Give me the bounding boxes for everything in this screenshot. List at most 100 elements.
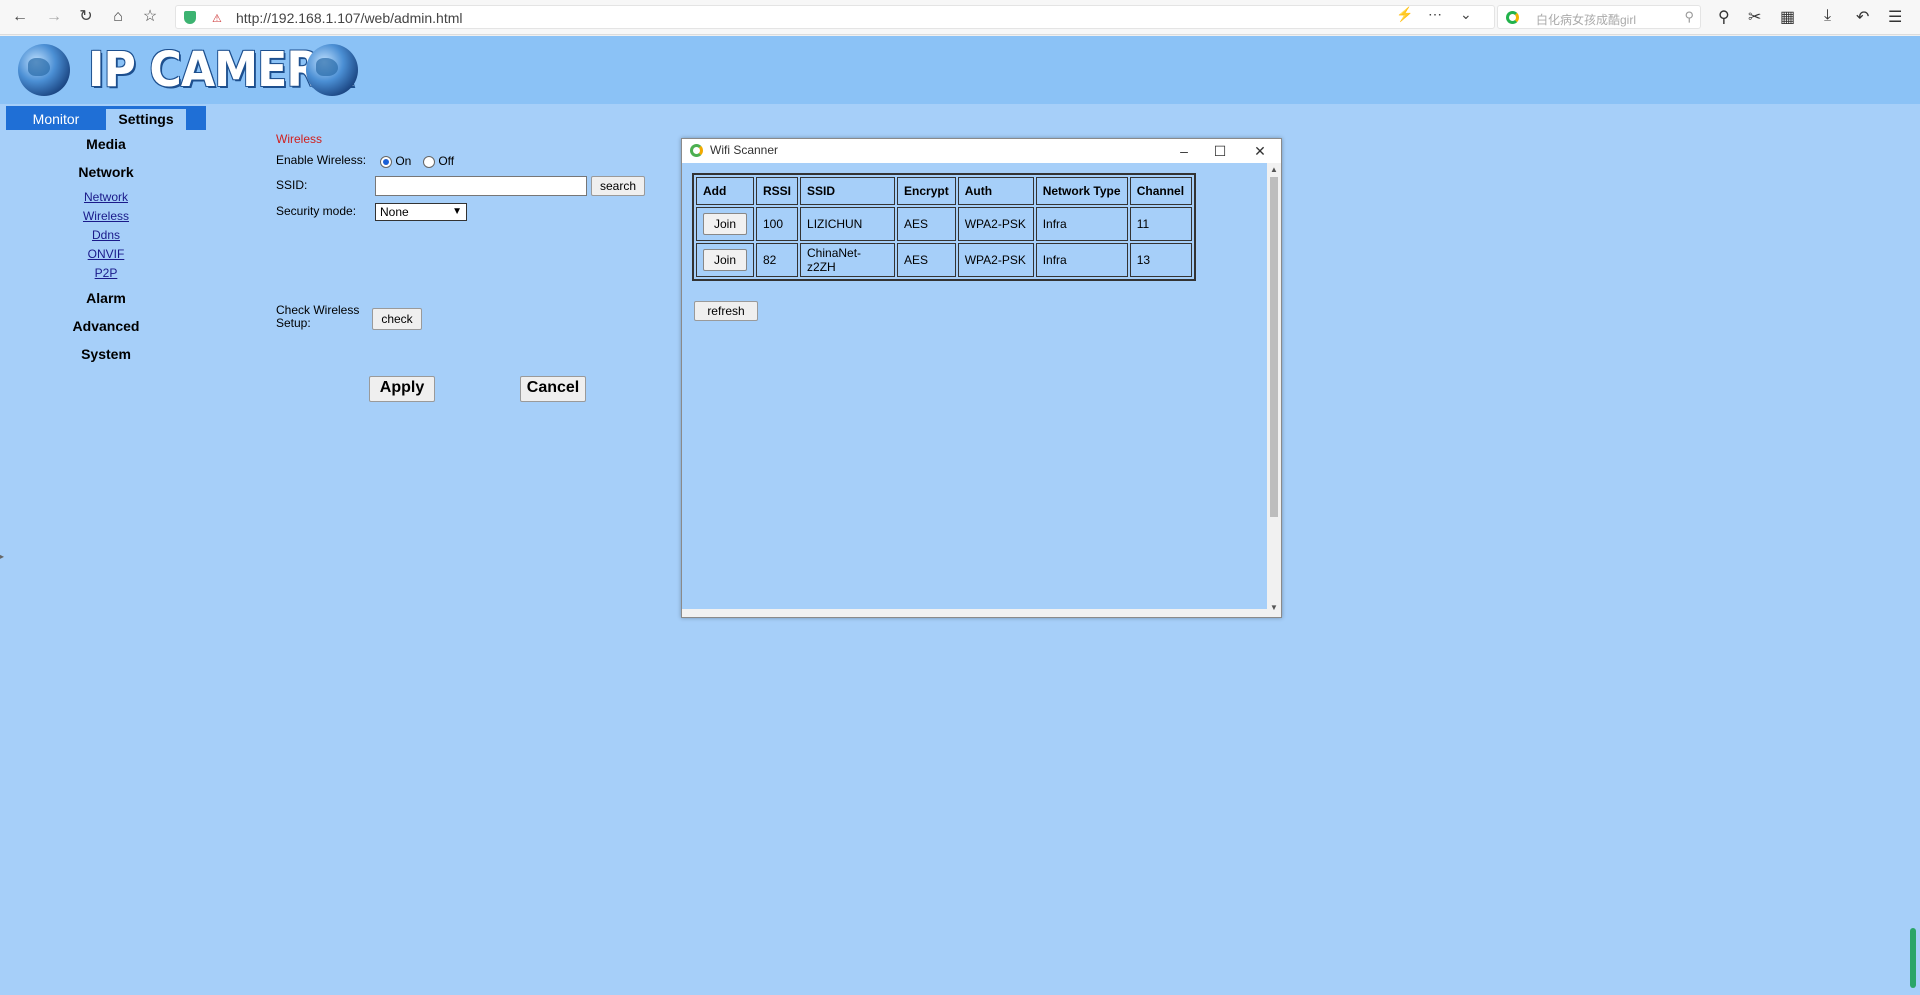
resize-grip-icon[interactable]: ▸ (0, 552, 4, 562)
undo-icon[interactable]: ↶ (1856, 7, 1869, 27)
security-shield-icon (184, 11, 196, 24)
lightning-icon[interactable]: ⚡ (1396, 6, 1413, 23)
tab-monitor[interactable]: Monitor (6, 109, 106, 130)
col-channel: Channel (1129, 177, 1192, 205)
insecure-lock-icon: ⚠ (212, 13, 222, 25)
header-banner: IP CAMERA (0, 36, 1920, 104)
back-icon[interactable]: ← (10, 7, 30, 27)
search-engine-icon (1506, 11, 1519, 24)
menu-alarm[interactable]: Alarm (6, 290, 206, 306)
menu-network[interactable]: Network (6, 164, 206, 180)
home-icon[interactable]: ⌂ (108, 7, 128, 27)
link-p2p[interactable]: P2P (6, 266, 206, 280)
apply-button[interactable]: Apply (369, 376, 435, 402)
radio-on-label: On (395, 154, 412, 168)
more-icon[interactable]: ⋯ (1428, 6, 1442, 23)
table-row: Join 82 ChinaNet-z2ZH AES WPA2-PSK Infra… (696, 243, 1192, 277)
row-channel: 13 (1129, 243, 1192, 277)
row-channel: 11 (1129, 207, 1192, 241)
row-encrypt: AES (897, 243, 956, 277)
bookmark-star-icon[interactable]: ☆ (140, 7, 160, 27)
browser-logo-icon (690, 144, 703, 157)
chevron-down-icon: ▼ (452, 206, 462, 217)
wifi-scanner-window: Wifi Scanner – ☐ ✕ Add RSSI SSID Encrypt… (681, 138, 1282, 618)
search-button[interactable]: search (591, 176, 645, 196)
refresh-button[interactable]: refresh (694, 301, 758, 321)
sidebar: Monitor Settings Media Network Network W… (6, 106, 206, 995)
col-rssi: RSSI (756, 177, 799, 205)
find-icon[interactable]: ⚲ (1718, 7, 1730, 27)
minimize-icon[interactable]: – (1171, 141, 1197, 161)
link-ddns[interactable]: Ddns (6, 228, 206, 242)
row-network-type: Infra (1035, 243, 1128, 277)
globe-icon (18, 44, 70, 96)
col-encrypt: Encrypt (897, 177, 956, 205)
close-icon[interactable]: ✕ (1247, 141, 1273, 161)
scissors-icon[interactable]: ✂ (1748, 7, 1761, 27)
row-rssi: 82 (756, 243, 799, 277)
chevron-down-icon[interactable]: ⌄ (1460, 6, 1472, 23)
enable-wireless-label: Enable Wireless: (276, 153, 367, 167)
check-wireless-label: Check Wireless Setup: (276, 304, 359, 330)
menu-system[interactable]: System (6, 346, 206, 362)
wireless-off-option[interactable]: Off (423, 154, 454, 168)
window-titlebar[interactable]: Wifi Scanner – ☐ ✕ (682, 139, 1281, 163)
link-wireless[interactable]: Wireless (6, 209, 206, 223)
scroll-down-icon[interactable]: ▼ (1270, 603, 1278, 612)
row-add-cell: Join (696, 207, 754, 241)
window-title: Wifi Scanner (710, 143, 779, 157)
check-button[interactable]: check (372, 308, 422, 330)
address-bar[interactable]: ⚠ http://192.168.1.107/web/admin.html (175, 5, 1495, 29)
col-add: Add (696, 177, 754, 205)
menu-advanced[interactable]: Advanced (6, 318, 206, 334)
reload-icon[interactable]: ↻ (76, 7, 96, 27)
link-onvif[interactable]: ONVIF (6, 247, 206, 261)
row-auth: WPA2-PSK (957, 243, 1034, 277)
row-encrypt: AES (897, 207, 956, 241)
search-box[interactable]: 白化病女孩成酷girl ⚲ (1497, 5, 1701, 29)
menu-icon[interactable]: ☰ (1888, 7, 1902, 27)
wireless-on-option[interactable]: On (380, 154, 411, 168)
row-ssid: LIZICHUN (800, 207, 896, 241)
scanner-body: Add RSSI SSID Encrypt Auth Network Type … (682, 163, 1267, 609)
horizontal-scrollbar[interactable] (682, 609, 1267, 617)
row-auth: WPA2-PSK (957, 207, 1034, 241)
radio-off[interactable] (423, 155, 435, 168)
row-rssi: 100 (756, 207, 799, 241)
section-title: Wireless (276, 132, 323, 146)
security-mode-select[interactable]: None ▼ (375, 203, 467, 221)
sidebar-tabs: Monitor Settings (6, 106, 206, 130)
check-wireless-label-line2: Setup: (276, 316, 311, 330)
scrollbar-thumb[interactable] (1270, 177, 1278, 517)
cancel-button[interactable]: Cancel (520, 376, 586, 402)
ssid-label: SSID: (276, 178, 308, 192)
download-icon[interactable]: ⤓ (1824, 7, 1831, 25)
globe-icon (306, 44, 358, 96)
row-ssid: ChinaNet-z2ZH (800, 243, 896, 277)
col-auth: Auth (957, 177, 1034, 205)
row-add-cell: Join (696, 243, 754, 277)
table-header-row: Add RSSI SSID Encrypt Auth Network Type … (696, 177, 1192, 205)
ssid-input[interactable] (375, 176, 587, 196)
join-button[interactable]: Join (703, 213, 747, 235)
security-mode-value: None (380, 205, 409, 219)
forward-icon[interactable]: → (44, 7, 64, 27)
grid-icon[interactable]: ▦ (1780, 7, 1795, 27)
vertical-scrollbar[interactable]: ▲ ▼ (1267, 163, 1281, 617)
search-placeholder[interactable]: 白化病女孩成酷girl (1536, 11, 1636, 28)
browser-toolbar: ← → ↻ ⌂ ☆ ⚠ http://192.168.1.107/web/adm… (0, 0, 1920, 35)
join-button[interactable]: Join (703, 249, 747, 271)
scroll-up-icon[interactable]: ▲ (1270, 165, 1278, 174)
link-network[interactable]: Network (6, 190, 206, 204)
col-ssid: SSID (800, 177, 896, 205)
camera-admin-page: IP CAMERA ▸ Monitor Settings Media Netwo… (0, 36, 1920, 995)
wifi-table: Add RSSI SSID Encrypt Auth Network Type … (692, 173, 1196, 281)
menu-media[interactable]: Media (6, 136, 206, 152)
tab-settings[interactable]: Settings (106, 109, 186, 130)
search-icon[interactable]: ⚲ (1684, 9, 1694, 25)
col-network-type: Network Type (1035, 177, 1128, 205)
maximize-icon[interactable]: ☐ (1207, 141, 1233, 161)
radio-on[interactable] (380, 155, 392, 168)
address-url[interactable]: http://192.168.1.107/web/admin.html (236, 10, 462, 26)
table-row: Join 100 LIZICHUN AES WPA2-PSK Infra 11 (696, 207, 1192, 241)
